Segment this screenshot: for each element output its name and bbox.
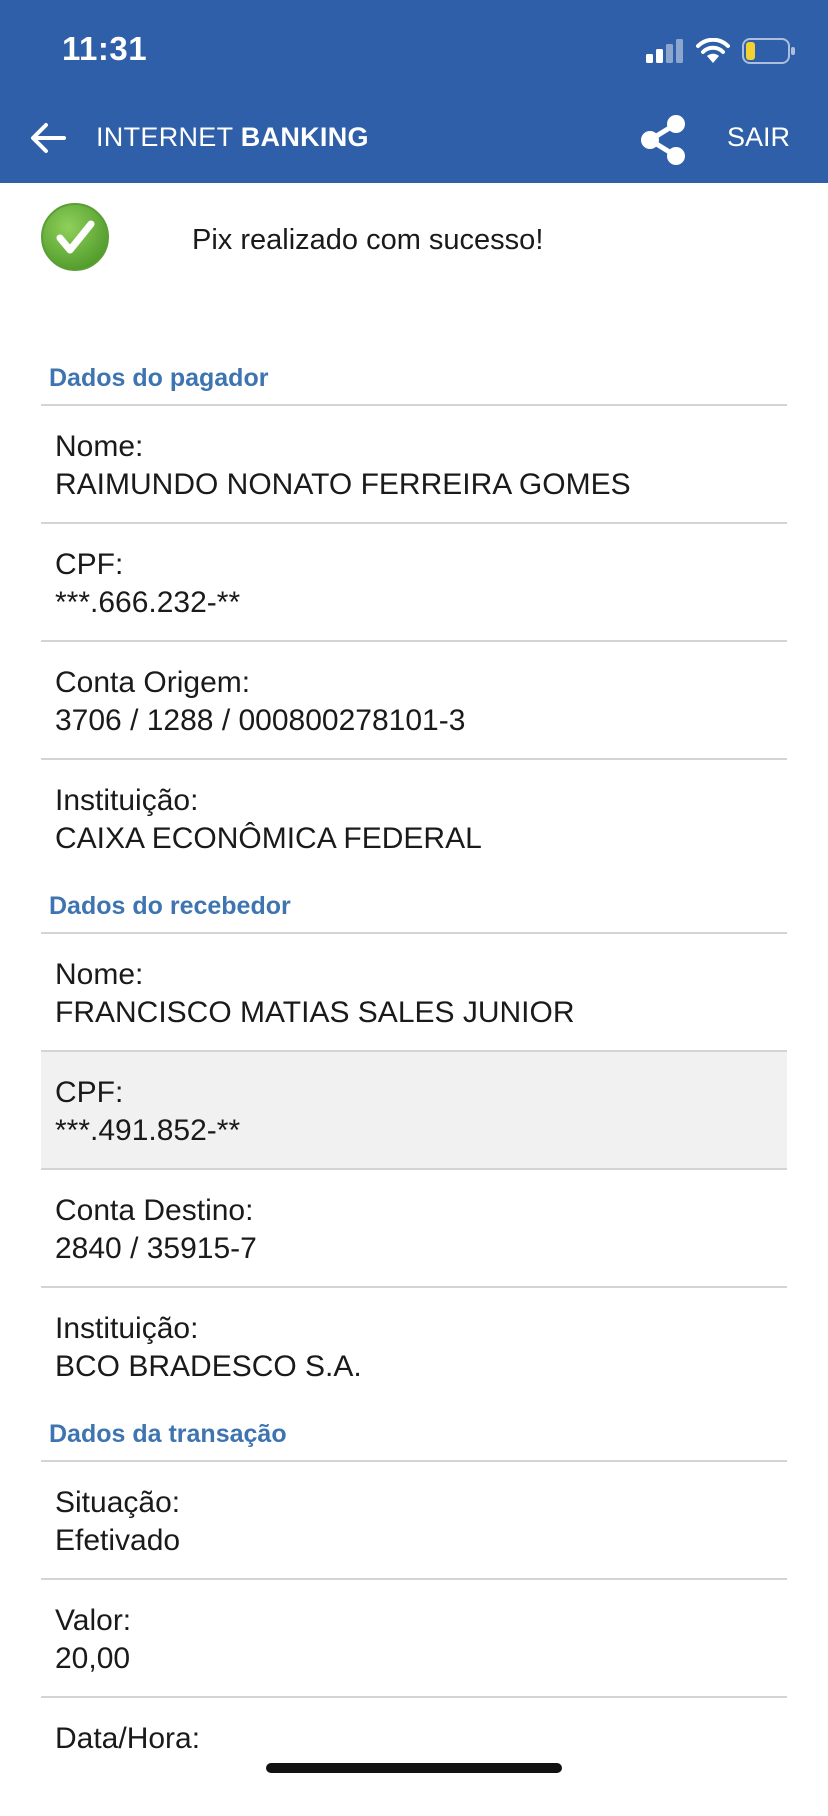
field-value: ***.491.852-** bbox=[55, 1114, 241, 1147]
receiver-institution-field: Instituição: BCO BRADESCO S.A. bbox=[41, 1288, 787, 1406]
receiver-name-field: Nome: FRANCISCO MATIAS SALES JUNIOR bbox=[41, 934, 787, 1052]
payer-account-field: Conta Origem: 3706 / 1288 / 000800278101… bbox=[41, 642, 787, 760]
nav-bar: INTERNET BANKING SAIR bbox=[0, 100, 828, 180]
app-header: 11:31 INTERNET BANKING SAIR bbox=[0, 0, 828, 183]
success-message: Pix realizado com sucesso! bbox=[192, 224, 544, 256]
app-title-light: INTERNET bbox=[96, 122, 233, 152]
field-label: Instituição: bbox=[55, 1312, 199, 1345]
field-label: CPF: bbox=[55, 548, 124, 581]
payer-institution-field: Instituição: CAIXA ECONÔMICA FEDERAL bbox=[41, 760, 787, 878]
field-value: BCO BRADESCO S.A. bbox=[55, 1350, 362, 1383]
success-banner: Pix realizado com sucesso! bbox=[40, 202, 800, 274]
field-value: 2840 / 35915-7 bbox=[55, 1232, 257, 1265]
back-arrow-icon[interactable] bbox=[28, 118, 68, 158]
signal-icon bbox=[646, 39, 683, 63]
section-title-payer: Dados do pagador bbox=[41, 350, 787, 406]
field-label: Situação: bbox=[55, 1486, 181, 1519]
field-label: Valor: bbox=[55, 1604, 132, 1637]
payer-cpf-field: CPF: ***.666.232-** bbox=[41, 524, 787, 642]
payer-name-field: Nome: RAIMUNDO NONATO FERREIRA GOMES bbox=[41, 406, 787, 524]
share-icon[interactable] bbox=[638, 114, 688, 166]
field-value: ***.666.232-** bbox=[55, 586, 241, 619]
home-indicator[interactable] bbox=[266, 1763, 562, 1773]
receiver-account-field: Conta Destino: 2840 / 35915-7 bbox=[41, 1170, 787, 1288]
field-value: CAIXA ECONÔMICA FEDERAL bbox=[55, 822, 482, 855]
field-label: Conta Destino: bbox=[55, 1194, 254, 1227]
field-label: Conta Origem: bbox=[55, 666, 251, 699]
field-label: Data/Hora: bbox=[55, 1722, 201, 1755]
battery-icon bbox=[742, 38, 795, 64]
section-title-receiver: Dados do recebedor bbox=[41, 878, 787, 934]
receipt-content: Dados do pagador Nome: RAIMUNDO NONATO F… bbox=[41, 350, 787, 1816]
field-label: Nome: bbox=[55, 958, 144, 991]
field-label: Nome: bbox=[55, 430, 144, 463]
field-value: Efetivado bbox=[55, 1524, 181, 1557]
wifi-icon bbox=[696, 38, 730, 63]
field-label: CPF: bbox=[55, 1076, 124, 1109]
check-icon bbox=[41, 203, 109, 271]
logout-button[interactable]: SAIR bbox=[727, 122, 790, 153]
transaction-datetime-field: Data/Hora: bbox=[41, 1698, 787, 1816]
transaction-amount-field: Valor: 20,00 bbox=[41, 1580, 787, 1698]
status-icons bbox=[646, 36, 796, 66]
status-time: 11:31 bbox=[62, 30, 148, 67]
app-title-bold: BANKING bbox=[240, 122, 369, 152]
field-value: FRANCISCO MATIAS SALES JUNIOR bbox=[55, 996, 575, 1029]
field-value: RAIMUNDO NONATO FERREIRA GOMES bbox=[55, 468, 631, 501]
section-title-transaction: Dados da transação bbox=[41, 1406, 787, 1462]
field-label: Instituição: bbox=[55, 784, 199, 817]
field-value: 3706 / 1288 / 000800278101-3 bbox=[55, 704, 466, 737]
transaction-status-field: Situação: Efetivado bbox=[41, 1462, 787, 1580]
field-value: 20,00 bbox=[55, 1642, 131, 1675]
receiver-cpf-field: CPF: ***.491.852-** bbox=[41, 1052, 787, 1170]
app-title: INTERNET BANKING bbox=[96, 122, 369, 153]
